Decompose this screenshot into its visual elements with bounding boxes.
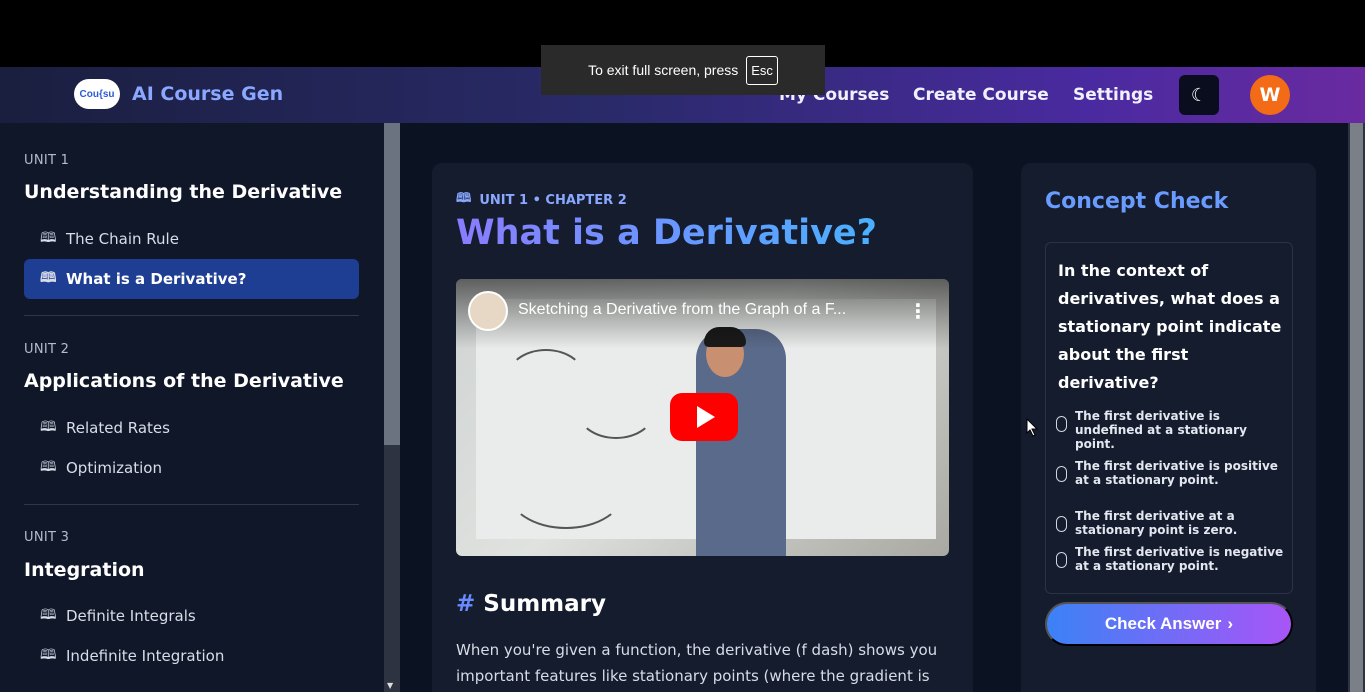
answer-option[interactable]: The first derivative is negative at a st…: [1056, 545, 1284, 573]
book-icon: 🕮: [40, 647, 57, 663]
app-logo[interactable]: Cou{su: [74, 79, 120, 109]
chapter-label: The Chain Rule: [66, 230, 179, 248]
youtube-play-icon[interactable]: [670, 393, 738, 441]
unit-label: UNIT 1: [24, 153, 70, 168]
fullscreen-exit-toast: To exit full screen, press Esc: [541, 45, 825, 95]
option-text: The first derivative at a stationary poi…: [1075, 509, 1238, 537]
question-text: In the context of derivatives, what does…: [1058, 261, 1282, 392]
summary-text: When you're given a function, the deriva…: [456, 641, 938, 685]
brand-name[interactable]: AI Course Gen: [132, 83, 283, 105]
esc-key-hint: Esc: [746, 55, 778, 85]
sidebar-scroll-thumb[interactable]: [384, 123, 400, 445]
chapter-item-optimization[interactable]: 🕮 Optimization: [24, 448, 359, 488]
book-icon: 🕮: [40, 230, 57, 246]
video-title[interactable]: Sketching a Derivative from the Graph of…: [518, 301, 846, 319]
chapter-item-definite-integrals[interactable]: 🕮 Definite Integrals: [24, 596, 359, 636]
sidebar-scrollbar[interactable]: ▼: [384, 123, 400, 692]
chapter-item-what-is-derivative[interactable]: 🕮 What is a Derivative?: [24, 259, 359, 299]
question-box: In the context of derivatives, what does…: [1045, 242, 1293, 594]
user-avatar[interactable]: W: [1250, 75, 1290, 115]
option-text: The first derivative is negative at a st…: [1075, 545, 1284, 573]
graph-curve: [506, 349, 586, 409]
more-vert-icon[interactable]: ⋮: [908, 299, 928, 323]
channel-avatar[interactable]: [468, 291, 508, 331]
answer-option[interactable]: The first derivative at a stationary poi…: [1056, 509, 1284, 537]
unit-title: Applications of the Derivative: [24, 370, 344, 392]
moon-icon: ☾: [1190, 84, 1208, 106]
unit-title: Integration: [24, 559, 145, 581]
chevron-right-icon: ›: [1227, 614, 1234, 633]
nav-settings[interactable]: Settings: [1073, 85, 1153, 105]
chapter-label: Related Rates: [66, 419, 170, 437]
mouse-cursor-icon: [1026, 418, 1038, 437]
course-sidebar: UNIT 1 Understanding the Derivative 🕮 Th…: [0, 123, 384, 692]
breadcrumb: 🕮 UNIT 1 • CHAPTER 2: [456, 189, 627, 211]
unit-label: UNIT 3: [24, 530, 70, 545]
graph-curve: [576, 379, 656, 439]
chapter-label: What is a Derivative?: [66, 270, 247, 288]
nav-create-course[interactable]: Create Course: [913, 85, 1049, 105]
book-icon: 🕮: [40, 459, 57, 475]
page-scrollbar[interactable]: [1348, 123, 1365, 692]
answer-option[interactable]: The first derivative is undefined at a s…: [1056, 409, 1284, 451]
unit-divider: [24, 504, 359, 505]
chapter-label: Indefinite Integration: [66, 647, 225, 665]
theme-toggle-button[interactable]: ☾: [1179, 75, 1219, 115]
option-text: The first derivative is undefined at a s…: [1075, 409, 1247, 451]
book-open-icon: 🕮: [456, 191, 472, 206]
graph-curve: [506, 449, 626, 529]
chapter-card: 🕮 UNIT 1 • CHAPTER 2 What is a Derivativ…: [432, 163, 973, 692]
main-content: 🕮 UNIT 1 • CHAPTER 2 What is a Derivativ…: [400, 123, 1348, 692]
chapter-label: Definite Integrals: [66, 607, 196, 625]
page-scroll-thumb[interactable]: [1350, 123, 1363, 692]
radio-button[interactable]: [1056, 552, 1067, 568]
chapter-item-chain-rule[interactable]: 🕮 The Chain Rule: [24, 219, 359, 259]
radio-button[interactable]: [1056, 466, 1067, 482]
youtube-video-player[interactable]: Sketching a Derivative from the Graph of…: [456, 279, 949, 556]
chapter-title: What is a Derivative?: [456, 213, 877, 253]
summary-heading: # Summary: [456, 591, 607, 617]
answer-option[interactable]: The first derivative is positive at a st…: [1056, 459, 1284, 487]
check-answer-button[interactable]: Check Answer ›: [1045, 602, 1293, 646]
radio-button[interactable]: [1056, 516, 1067, 532]
breadcrumb-text: UNIT 1 • CHAPTER 2: [479, 192, 627, 208]
hash-icon: #: [456, 591, 476, 617]
book-icon: 🕮: [40, 419, 57, 435]
concept-check-title: Concept Check: [1045, 189, 1229, 214]
option-text: The first derivative is positive at a st…: [1075, 459, 1278, 487]
book-icon: 🕮: [40, 607, 57, 623]
chapter-item-related-rates[interactable]: 🕮 Related Rates: [24, 408, 359, 448]
radio-button[interactable]: [1056, 416, 1067, 432]
check-answer-label: Check Answer: [1104, 614, 1222, 633]
unit-divider: [24, 315, 359, 316]
unit-label: UNIT 2: [24, 342, 70, 357]
chapter-label: Optimization: [66, 459, 162, 477]
scroll-down-arrow-icon[interactable]: ▼: [387, 681, 393, 690]
concept-check-card: Concept Check In the context of derivati…: [1021, 163, 1316, 692]
chapter-item-indefinite-integration[interactable]: 🕮 Indefinite Integration: [24, 636, 359, 676]
unit-title: Understanding the Derivative: [24, 181, 343, 203]
book-icon: 🕮: [40, 270, 57, 286]
toast-text: To exit full screen, press: [588, 62, 739, 78]
